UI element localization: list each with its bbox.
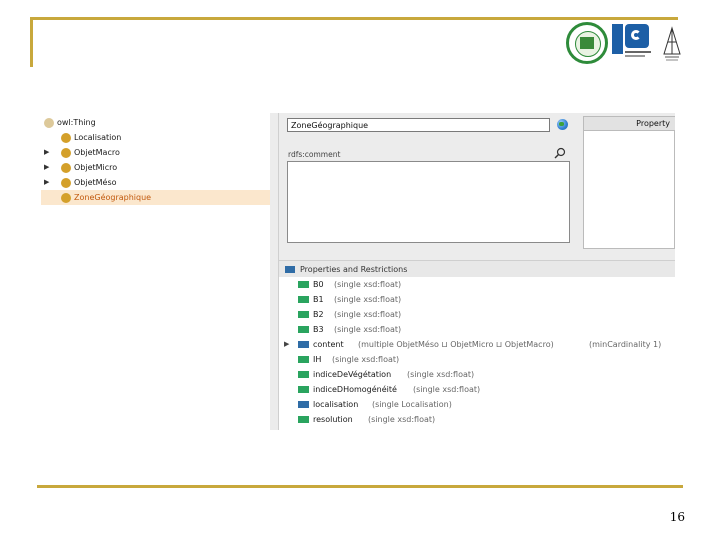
- slide-bottom-rule: [37, 485, 683, 488]
- datatype-property-icon: [298, 386, 309, 393]
- tree-item-objetmacro[interactable]: ▶ ObjetMacro: [41, 145, 270, 160]
- property-type: (single xsd:float): [334, 310, 402, 319]
- property-row-indicedevegetation[interactable]: indiceDeVégétation (single xsd:float): [279, 367, 675, 382]
- lab-logo-subline-2: [625, 55, 645, 57]
- property-name: B2: [313, 310, 324, 319]
- property-type: (single xsd:float): [334, 325, 402, 334]
- class-icon: [61, 193, 71, 203]
- datatype-property-icon: [298, 371, 309, 378]
- property-restriction: (minCardinality 1): [589, 340, 662, 349]
- property-row-b2[interactable]: B2 (single xsd:float): [279, 307, 675, 322]
- property-row-b3[interactable]: B3 (single xsd:float): [279, 322, 675, 337]
- class-icon: [61, 178, 71, 188]
- tree-item-localisation[interactable]: Localisation: [41, 130, 270, 145]
- protege-screenshot: owl:Thing Localisation ▶ ObjetMacro ▶ Ob…: [41, 113, 675, 430]
- properties-section-header: Properties and Restrictions: [279, 260, 675, 278]
- tree-item-label: ZoneGéographique: [74, 193, 152, 202]
- tree-item-label: ObjetMéso: [74, 178, 117, 187]
- class-icon: [61, 133, 71, 143]
- page-number: 16: [669, 510, 685, 524]
- class-hierarchy-panel: owl:Thing Localisation ▶ ObjetMacro ▶ Ob…: [41, 113, 271, 430]
- university-logo: [662, 24, 682, 64]
- lab-logo-bar: [612, 24, 623, 54]
- property-name: B0: [313, 280, 324, 289]
- property-column-header[interactable]: Property: [584, 117, 675, 131]
- datatype-property-icon: [298, 416, 309, 423]
- slide-top-rule: [30, 17, 678, 20]
- search-icon[interactable]: [554, 147, 566, 159]
- property-type: (single xsd:float): [368, 415, 436, 424]
- class-icon: [61, 148, 71, 158]
- tree-root-row[interactable]: owl:Thing: [41, 115, 270, 130]
- properties-list: B0 (single xsd:float) B1 (single xsd:flo…: [279, 277, 675, 430]
- property-name: indiceDeVégétation: [313, 370, 392, 379]
- property-row-b1[interactable]: B1 (single xsd:float): [279, 292, 675, 307]
- university-seal-logo: [566, 22, 608, 64]
- tree-root-label: owl:Thing: [57, 118, 96, 127]
- datatype-property-icon: [298, 281, 309, 288]
- tree-item-label: Localisation: [74, 133, 122, 142]
- tree-item-label: ObjetMicro: [74, 163, 118, 172]
- property-name: resolution: [313, 415, 353, 424]
- property-row-localisation[interactable]: localisation (single Localisation): [279, 397, 675, 412]
- property-name: IH: [313, 355, 322, 364]
- property-type: (single xsd:float): [334, 295, 402, 304]
- slide-left-rule: [30, 17, 33, 67]
- lab-logo: [612, 22, 654, 64]
- expand-arrow-icon[interactable]: ▶: [44, 175, 49, 190]
- property-row-b0[interactable]: B0 (single xsd:float): [279, 277, 675, 292]
- class-name-field[interactable]: ZoneGéographique: [287, 118, 550, 132]
- class-editor-panel: ZoneGéographique rdfs:comment Property P…: [279, 113, 675, 430]
- tree-item-label: ObjetMacro: [74, 148, 120, 157]
- expand-arrow-icon[interactable]: ▶: [44, 160, 49, 175]
- panel-splitter[interactable]: [270, 113, 279, 430]
- property-type: (single Localisation): [372, 400, 452, 409]
- property-row-indicedhomogeneite[interactable]: indiceDHomogénéité (single xsd:float): [279, 382, 675, 397]
- comment-textarea[interactable]: [287, 161, 570, 243]
- datatype-property-icon: [298, 356, 309, 363]
- property-type: (single xsd:float): [332, 355, 400, 364]
- lab-logo-subline: [625, 51, 651, 53]
- object-property-icon: [298, 401, 309, 408]
- expand-arrow-icon[interactable]: ▶: [284, 337, 289, 352]
- property-panel: Property: [583, 116, 675, 249]
- lab-logo-letter-mark: [625, 24, 649, 48]
- property-type: (single xsd:float): [413, 385, 481, 394]
- property-name: content: [313, 340, 344, 349]
- property-type: (single xsd:float): [334, 280, 402, 289]
- property-row-resolution[interactable]: resolution (single xsd:float): [279, 412, 675, 427]
- expand-arrow-icon[interactable]: ▶: [44, 145, 49, 160]
- tree-item-objetmicro[interactable]: ▶ ObjetMicro: [41, 160, 270, 175]
- seal-building-mark: [580, 37, 594, 49]
- property-type: (single xsd:float): [407, 370, 475, 379]
- property-row-ih[interactable]: IH (single xsd:float): [279, 352, 675, 367]
- property-name: B1: [313, 295, 324, 304]
- tree-item-objetmeso[interactable]: ▶ ObjetMéso: [41, 175, 270, 190]
- property-type: (multiple ObjetMéso ⊔ ObjetMicro ⊔ Objet…: [358, 340, 554, 349]
- tree-item-zonegeographique[interactable]: ZoneGéographique: [41, 190, 270, 205]
- property-row-content[interactable]: ▶ content (multiple ObjetMéso ⊔ ObjetMic…: [279, 337, 675, 352]
- globe-icon[interactable]: [557, 119, 568, 130]
- class-icon: [61, 163, 71, 173]
- datatype-property-icon: [298, 311, 309, 318]
- object-property-icon: [298, 341, 309, 348]
- properties-section-title: Properties and Restrictions: [300, 265, 408, 274]
- datatype-property-icon: [298, 296, 309, 303]
- property-name: indiceDHomogénéité: [313, 385, 397, 394]
- university-logo-graphic: [663, 26, 681, 61]
- datatype-property-icon: [298, 326, 309, 333]
- property-name: B3: [313, 325, 324, 334]
- comment-label: rdfs:comment: [288, 150, 341, 159]
- properties-section-icon: [285, 266, 295, 273]
- class-icon: [44, 118, 54, 128]
- property-name: localisation: [313, 400, 359, 409]
